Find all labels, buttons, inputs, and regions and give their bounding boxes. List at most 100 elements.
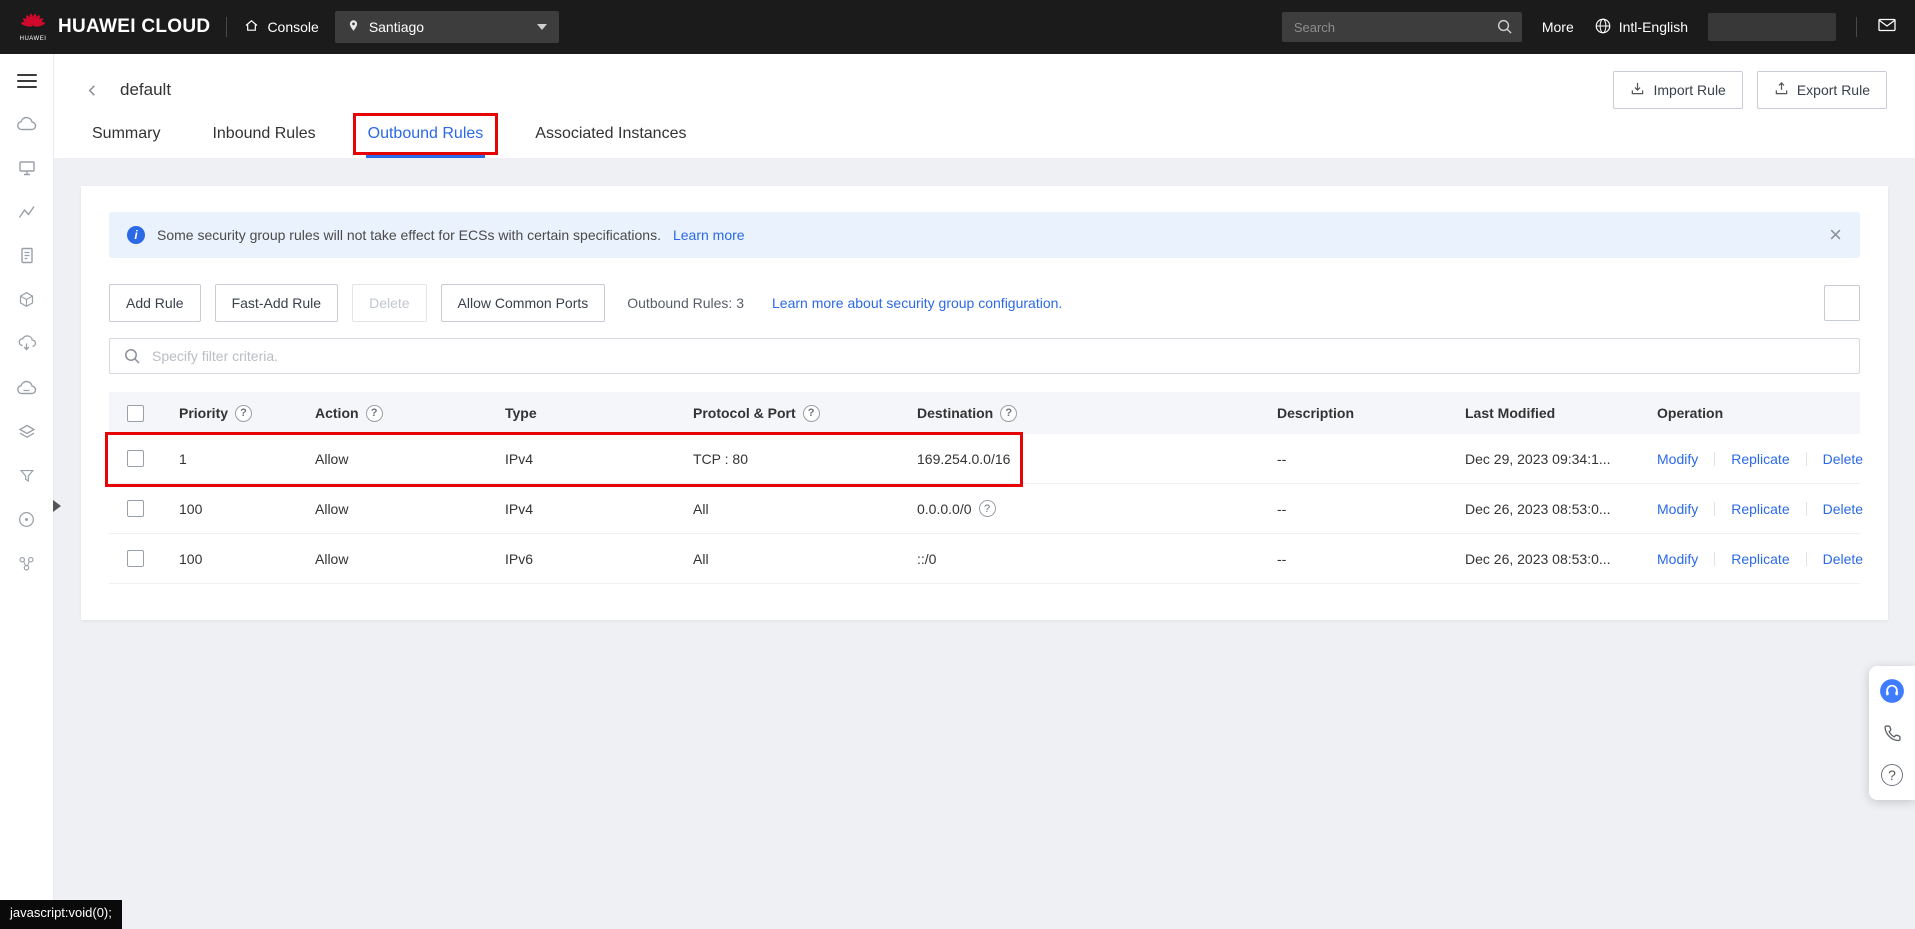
support-widget: ? xyxy=(1869,666,1915,800)
sidebar-item-ecs[interactable] xyxy=(0,148,54,192)
location-pin-icon xyxy=(347,18,360,37)
header-destination: Destination xyxy=(917,405,993,421)
help-icon[interactable]: ? xyxy=(366,405,383,422)
info-icon: i xyxy=(127,226,145,244)
sidebar-item-eip[interactable] xyxy=(0,500,54,544)
page-header: default Import Rule Export Rule Summary … xyxy=(54,54,1915,158)
cell-protocol: All xyxy=(693,501,709,517)
delete-link[interactable]: Delete xyxy=(1823,451,1863,467)
header-last-modified: Last Modified xyxy=(1465,405,1555,421)
help-icon[interactable]: ? xyxy=(1879,762,1905,788)
huawei-logo-icon: HUAWEI xyxy=(18,13,48,42)
modify-link[interactable]: Modify xyxy=(1657,501,1698,517)
cell-type: IPv4 xyxy=(505,451,533,467)
sidebar-item-dew[interactable] xyxy=(0,456,54,500)
row-checkbox[interactable] xyxy=(127,500,144,517)
cell-description: -- xyxy=(1277,501,1286,517)
nodes-icon xyxy=(17,554,36,578)
operation-divider xyxy=(1714,502,1715,516)
cell-action: Allow xyxy=(315,451,348,467)
replicate-link[interactable]: Replicate xyxy=(1731,451,1789,467)
cell-destination: ::/0 xyxy=(917,551,936,567)
security-group-config-link[interactable]: Learn more about security group configur… xyxy=(772,295,1062,311)
phone-icon[interactable] xyxy=(1879,720,1905,746)
delete-link[interactable]: Delete xyxy=(1823,501,1863,517)
console-link[interactable]: Console xyxy=(243,17,318,37)
table-settings-button[interactable] xyxy=(1824,285,1860,321)
operation-divider xyxy=(1806,502,1807,516)
sidebar-expand-arrow[interactable] xyxy=(53,500,61,512)
cell-priority: 100 xyxy=(179,551,202,567)
replicate-link[interactable]: Replicate xyxy=(1731,551,1789,567)
main-area: default Import Rule Export Rule Summary … xyxy=(54,54,1915,929)
close-icon[interactable]: × xyxy=(1829,224,1842,246)
tab-outbound-rules[interactable]: Outbound Rules xyxy=(366,120,486,158)
outbound-rules-count: Outbound Rules: 3 xyxy=(627,295,744,311)
tab-bar: Summary Inbound Rules Outbound Rules Ass… xyxy=(78,120,1887,158)
replicate-link[interactable]: Replicate xyxy=(1731,501,1789,517)
cell-action: Allow xyxy=(315,501,348,517)
header-type: Type xyxy=(505,405,537,421)
console-label: Console xyxy=(267,19,318,35)
topbar-search-input[interactable] xyxy=(1282,12,1522,42)
cell-destination: 169.254.0.0/16 xyxy=(917,451,1010,467)
sidebar-item-image[interactable] xyxy=(0,236,54,280)
account-area[interactable] xyxy=(1708,13,1836,41)
mail-icon[interactable] xyxy=(1877,15,1897,40)
sidebar-item-evs[interactable] xyxy=(0,280,54,324)
cell-priority: 1 xyxy=(179,451,187,467)
help-icon[interactable]: ? xyxy=(235,405,252,422)
sidebar-item-autoscaling[interactable] xyxy=(0,192,54,236)
language-selector[interactable]: Intl-English xyxy=(1594,17,1688,38)
sidebar-item-dashboard[interactable] xyxy=(0,104,54,148)
import-rule-button[interactable]: Import Rule xyxy=(1613,71,1742,109)
logo-caption: HUAWEI xyxy=(20,36,47,42)
cell-last-modified: Dec 29, 2023 09:34:1... xyxy=(1465,451,1611,467)
select-all-checkbox[interactable] xyxy=(127,405,144,422)
banner-text: Some security group rules will not take … xyxy=(157,227,661,243)
row-checkbox[interactable] xyxy=(127,450,144,467)
learn-more-link[interactable]: Learn more xyxy=(673,227,745,243)
back-button[interactable] xyxy=(78,76,106,104)
modify-link[interactable]: Modify xyxy=(1657,551,1698,567)
eip-icon xyxy=(17,510,36,534)
tab-summary[interactable]: Summary xyxy=(90,120,162,158)
page-title: default xyxy=(120,80,171,100)
more-menu[interactable]: More xyxy=(1542,19,1574,35)
table-row: 100 Allow IPv6 All ::/0 -- Dec 26, 2023 … xyxy=(109,534,1860,584)
sidebar-item-obs[interactable] xyxy=(0,368,54,412)
delete-button[interactable]: Delete xyxy=(352,284,426,322)
modify-link[interactable]: Modify xyxy=(1657,451,1698,467)
cube-icon xyxy=(17,290,36,314)
tab-associated-instances[interactable]: Associated Instances xyxy=(533,120,688,158)
row-checkbox[interactable] xyxy=(127,550,144,567)
help-icon[interactable]: ? xyxy=(1000,405,1017,422)
fast-add-rule-button[interactable]: Fast-Add Rule xyxy=(215,284,338,322)
allow-common-ports-button[interactable]: Allow Common Ports xyxy=(441,284,606,322)
brand-text: HUAWEI CLOUD xyxy=(58,16,210,38)
help-icon[interactable]: ? xyxy=(979,500,996,517)
help-icon[interactable]: ? xyxy=(803,405,820,422)
sidebar-item-backup[interactable] xyxy=(0,324,54,368)
export-rule-button[interactable]: Export Rule xyxy=(1757,71,1887,109)
rules-table: Priority? Action? Type Protocol & Port? … xyxy=(109,392,1860,584)
layers-icon xyxy=(17,423,37,446)
sidebar xyxy=(0,54,54,929)
cell-description: -- xyxy=(1277,451,1286,467)
sidebar-item-sfs[interactable] xyxy=(0,412,54,456)
delete-link[interactable]: Delete xyxy=(1823,551,1863,567)
language-label: Intl-English xyxy=(1619,19,1688,35)
topbar: HUAWEI HUAWEI CLOUD Console Santiago Mor… xyxy=(0,0,1915,54)
cell-protocol: All xyxy=(693,551,709,567)
brand[interactable]: HUAWEI HUAWEI CLOUD xyxy=(18,13,210,42)
add-rule-button[interactable]: Add Rule xyxy=(109,284,201,322)
sidebar-item-group[interactable] xyxy=(0,544,54,588)
filter-input[interactable] xyxy=(109,338,1860,374)
tab-inbound-rules[interactable]: Inbound Rules xyxy=(210,120,317,158)
region-selector[interactable]: Santiago xyxy=(335,11,559,43)
cloud-download-icon xyxy=(16,334,37,358)
menu-icon[interactable] xyxy=(17,70,37,92)
header-action: Action xyxy=(315,405,359,421)
search-icon[interactable] xyxy=(1496,18,1513,40)
customer-service-icon[interactable] xyxy=(1879,678,1905,704)
